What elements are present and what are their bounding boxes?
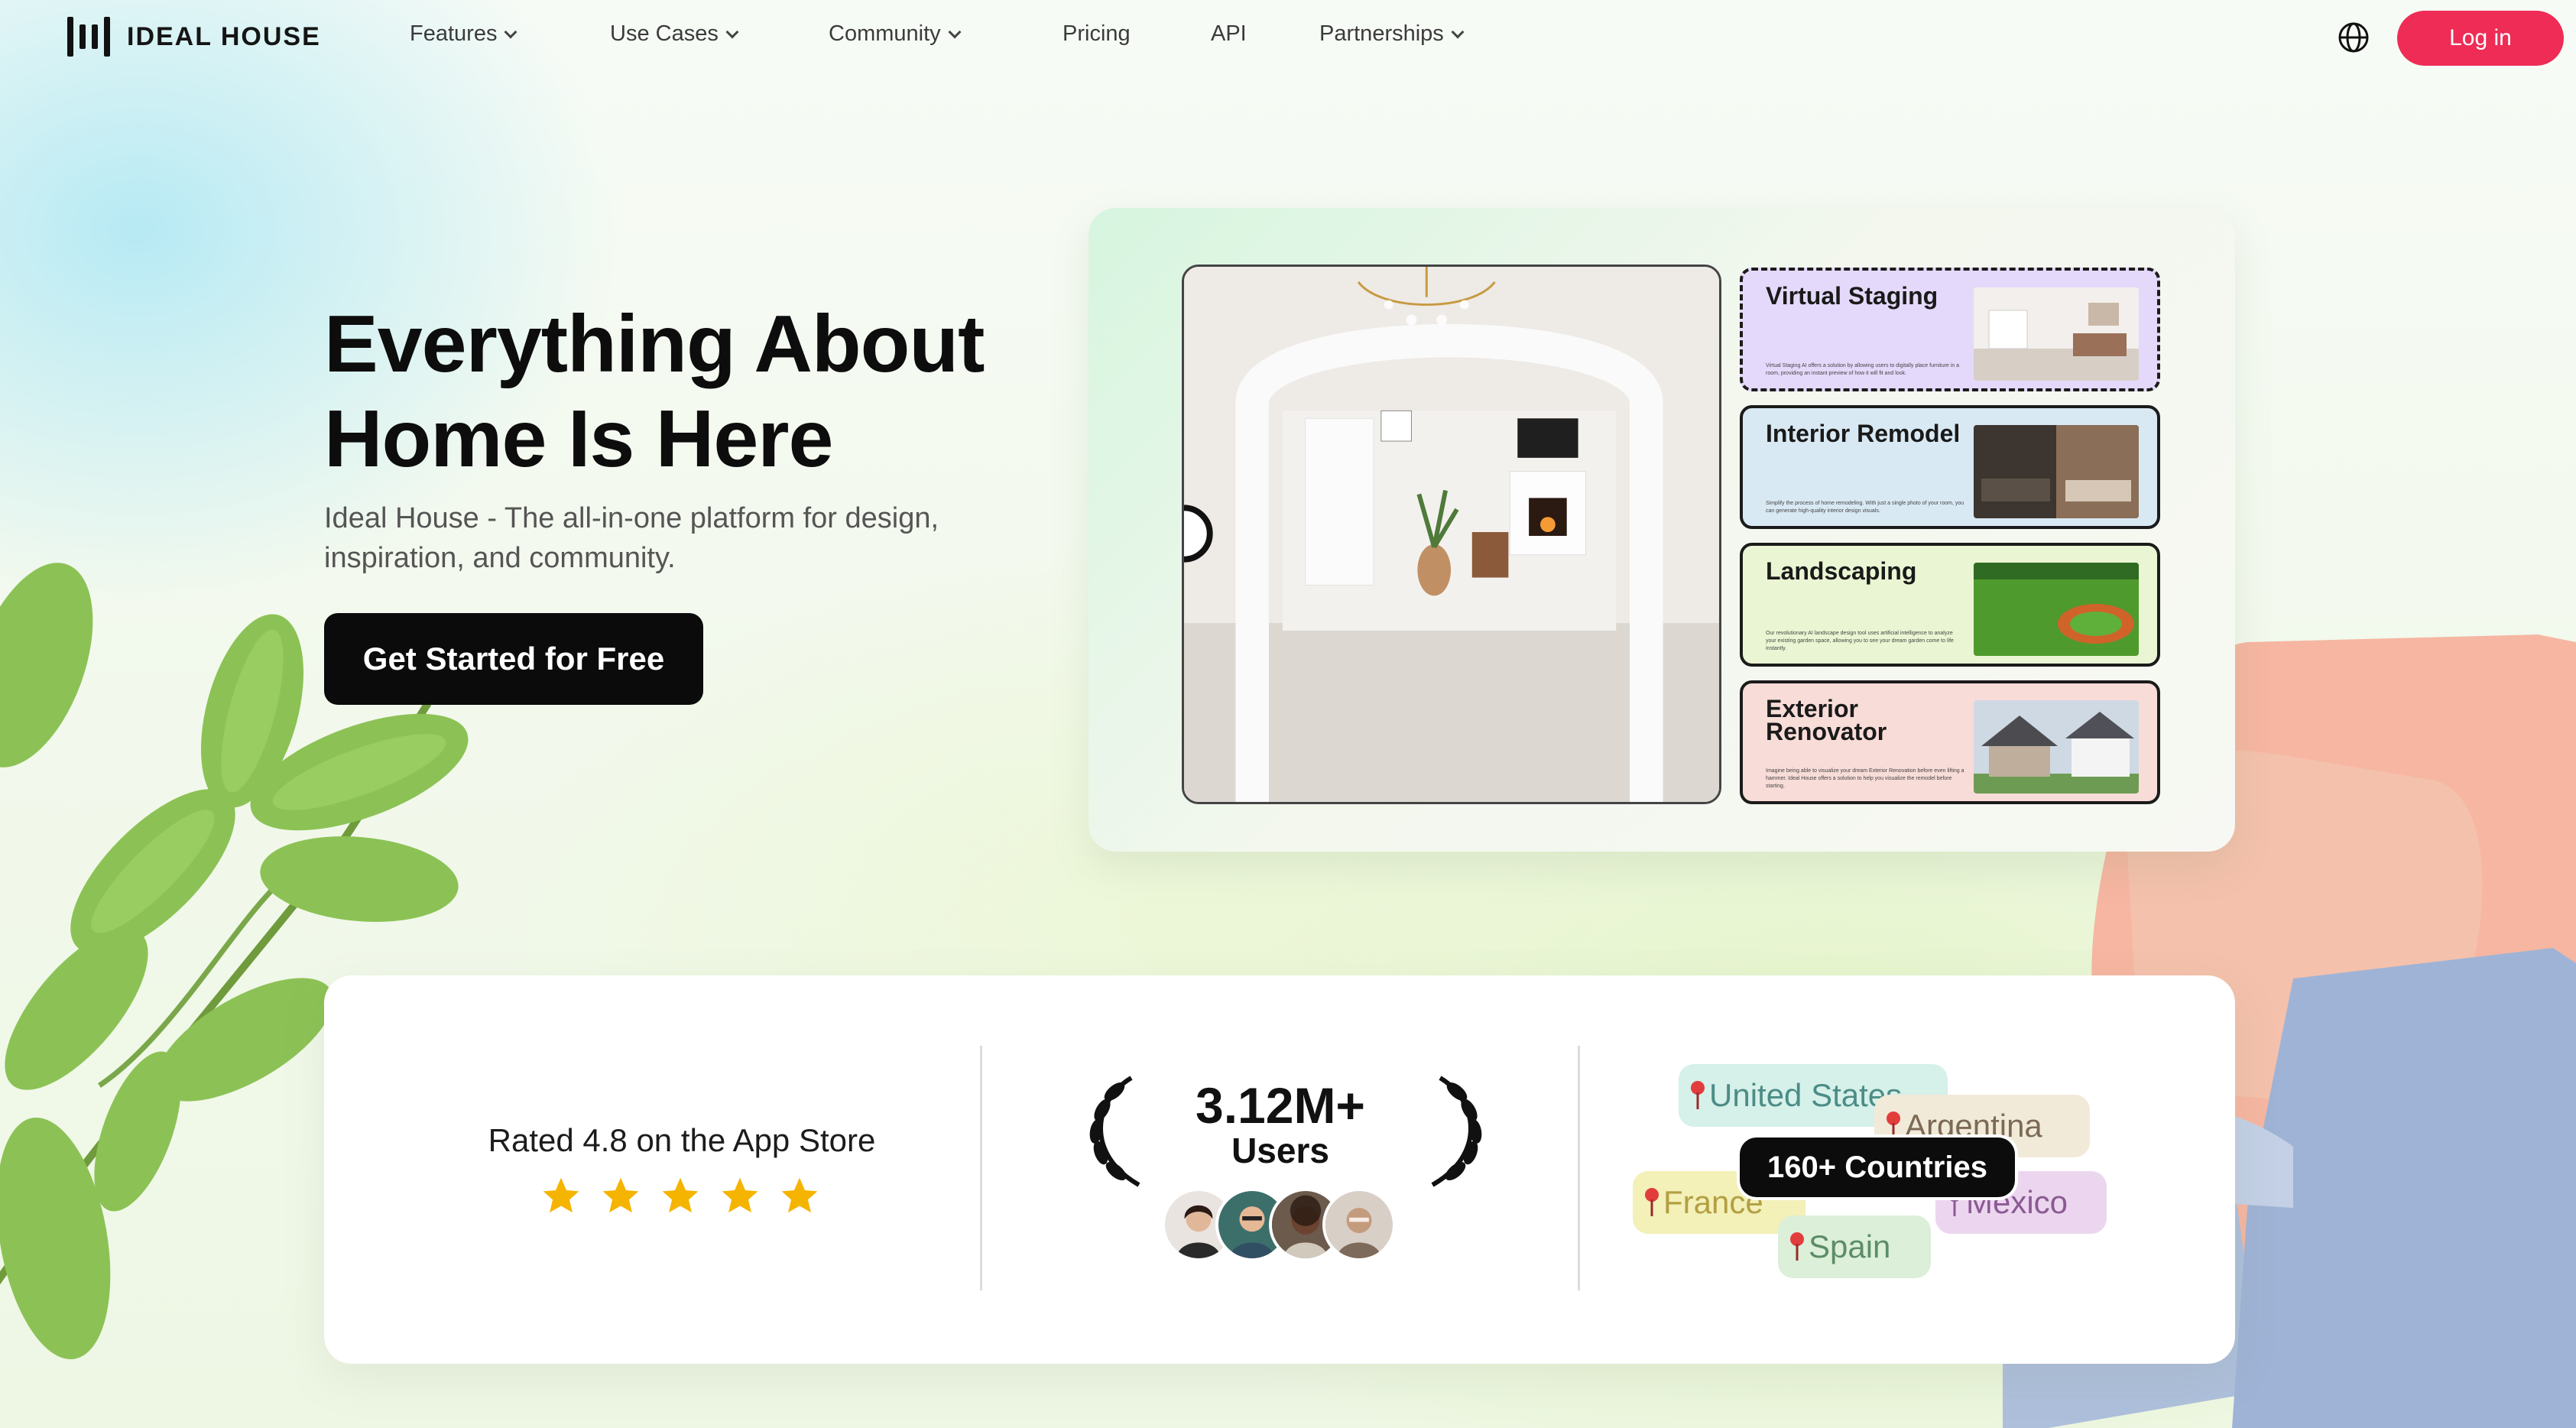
card-title: Interior Remodel bbox=[1766, 420, 1961, 447]
card-thumbnail bbox=[1974, 700, 2139, 794]
logo-icon bbox=[67, 17, 110, 57]
chevron-down-icon bbox=[1451, 25, 1465, 38]
nav-item-label: Pricing bbox=[1063, 21, 1131, 46]
stats-divider bbox=[1578, 1046, 1580, 1290]
app-store-rating-text: Rated 4.8 on the App Store bbox=[488, 1122, 876, 1158]
location-pin-icon bbox=[1790, 1232, 1804, 1261]
globe-icon[interactable] bbox=[2338, 21, 2370, 54]
nav-item-label: Features bbox=[410, 21, 498, 46]
nav-item-use-cases[interactable]: Use Cases bbox=[610, 21, 739, 47]
feature-card-landscaping[interactable]: Landscaping Our revolutionary AI landsca… bbox=[1740, 543, 2160, 667]
chevron-down-icon bbox=[948, 25, 962, 38]
stats-divider bbox=[980, 1046, 982, 1290]
nav-item-label: API bbox=[1211, 21, 1247, 46]
chevron-down-icon bbox=[504, 25, 517, 38]
card-description: Simplify the process of home remodeling.… bbox=[1766, 501, 1964, 514]
nav-item-label: Community bbox=[829, 21, 941, 46]
hero-title: Everything About Home Is Here bbox=[324, 297, 1088, 486]
feature-card-interior-remodel[interactable]: Interior Remodel Simplify the process of… bbox=[1740, 405, 2160, 529]
location-pin-icon bbox=[1645, 1188, 1659, 1216]
nav-item-partnerships[interactable]: Partnerships bbox=[1319, 21, 1465, 47]
chevron-down-icon bbox=[725, 25, 739, 38]
hero-title-line-2: Home Is Here bbox=[324, 394, 834, 484]
avatar bbox=[1322, 1188, 1396, 1261]
star-icon bbox=[781, 1177, 818, 1213]
country-name: Spain bbox=[1809, 1228, 1891, 1264]
get-started-button[interactable]: Get Started for Free bbox=[324, 613, 703, 705]
star-icon bbox=[602, 1177, 639, 1213]
card-description: Imagine being able to visualize your dre… bbox=[1766, 768, 1964, 789]
rating-stars bbox=[540, 1174, 821, 1217]
nav-item-label: Use Cases bbox=[610, 21, 719, 46]
nav-item-pricing[interactable]: Pricing bbox=[1063, 21, 1131, 47]
feature-card-exterior-renovator[interactable]: Exterior Renovator Imagine being able to… bbox=[1740, 680, 2160, 804]
star-icon bbox=[722, 1177, 758, 1213]
users-label: Users bbox=[1231, 1131, 1329, 1170]
card-description: Virtual Staging AI offers a solution by … bbox=[1766, 363, 1960, 376]
hero-subtitle: Ideal House - The all-in-one platform fo… bbox=[324, 502, 939, 574]
user-avatars bbox=[1162, 1188, 1396, 1261]
country-name: United States bbox=[1709, 1077, 1903, 1113]
star-icon bbox=[662, 1177, 699, 1213]
card-thumbnail bbox=[1974, 563, 2139, 656]
login-button[interactable]: Log in bbox=[2397, 11, 2564, 66]
hero-title-line-1: Everything About bbox=[324, 299, 985, 389]
nav-item-label: Partnerships bbox=[1319, 21, 1444, 46]
brand-logo[interactable]: IDEAL HOUSE bbox=[67, 17, 321, 57]
card-title: Virtual Staging bbox=[1766, 282, 1938, 310]
location-pin-icon bbox=[1887, 1112, 1900, 1140]
laurel-right-icon bbox=[1431, 1076, 1482, 1187]
location-pin-icon bbox=[1691, 1081, 1705, 1109]
top-navigation: IDEAL HOUSE Features Use Cases Community… bbox=[0, 0, 2576, 76]
nav-item-features[interactable]: Features bbox=[410, 21, 517, 47]
users-count: 3.12M+ bbox=[1196, 1077, 1365, 1134]
card-description: Our revolutionary AI landscape design to… bbox=[1766, 631, 1954, 651]
card-title: Exterior Renovator bbox=[1766, 695, 1887, 745]
card-title: Landscaping bbox=[1766, 557, 1917, 585]
card-thumbnail bbox=[1974, 425, 2139, 518]
nav-item-api[interactable]: API bbox=[1211, 21, 1247, 47]
room-preview-image bbox=[1182, 265, 1721, 804]
country-tag-spain: Spain bbox=[1778, 1215, 1931, 1278]
star-icon bbox=[543, 1177, 579, 1213]
brand-name: IDEAL HOUSE bbox=[127, 21, 321, 51]
countries-count-badge: 160+ Countries bbox=[1740, 1138, 2015, 1197]
card-thumbnail bbox=[1974, 287, 2139, 381]
feature-card-virtual-staging[interactable]: Virtual Staging Virtual Staging AI offer… bbox=[1740, 268, 2160, 391]
nav-item-community[interactable]: Community bbox=[829, 21, 962, 47]
